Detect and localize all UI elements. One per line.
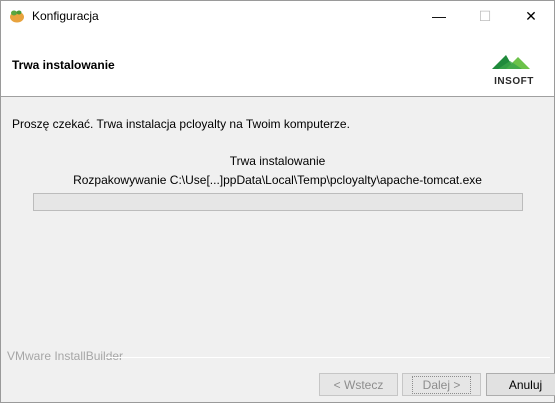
header-panel: Trwa instalowanie INSOFT [1,31,554,97]
next-button[interactable]: Dalej > [402,373,481,396]
status-detail: Rozpakowywanie C:\Use[...]ppData\Local\T… [73,173,482,187]
installer-brand: VMware InstallBuilder [7,349,124,363]
close-button[interactable]: ✕ [508,1,554,31]
cancel-button[interactable]: Anuluj [486,373,555,396]
minimize-button[interactable]: — [416,1,462,31]
title-bar[interactable]: Konfiguracja — ☐ ✕ [1,1,554,31]
window-title: Konfiguracja [32,9,99,23]
next-button-label: Dalej > [411,375,472,394]
insoft-logo: INSOFT [492,55,534,87]
installer-window: Konfiguracja — ☐ ✕ Trwa instalowanie INS… [0,0,555,403]
wait-message: Proszę czekać. Trwa instalacja pcloyalty… [12,117,350,131]
svg-text:INSOFT: INSOFT [494,76,534,87]
back-button[interactable]: < Wstecz [319,373,398,396]
maximize-button[interactable]: ☐ [462,1,508,31]
progress-bar [33,193,523,211]
status-title: Trwa instalowanie [229,154,326,168]
page-title: Trwa instalowanie [12,58,115,72]
footer-divider [105,357,550,358]
app-icon [10,10,24,23]
